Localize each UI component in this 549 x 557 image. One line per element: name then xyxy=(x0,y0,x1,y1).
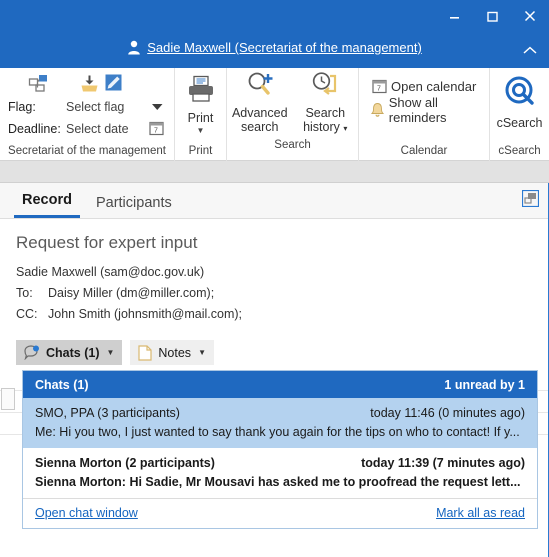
chevron-up-icon[interactable] xyxy=(523,42,537,60)
csearch-button-label: cSearch xyxy=(496,116,543,130)
record-cc-value: John Smith (johnsmith@mail.com); xyxy=(48,307,242,321)
flag-field-row: Flag: Select flag xyxy=(0,96,174,118)
deadline-field-row: Deadline: Select date 7 xyxy=(0,118,174,140)
ribbon-group-secretariat: Flag: Select flag Deadline: Select date … xyxy=(0,68,174,161)
record-to-value: Daisy Miller (dm@miller.com); xyxy=(48,286,215,300)
ribbon-group-label-calendar: Calendar xyxy=(400,145,448,157)
search-plus-icon xyxy=(244,71,276,104)
record-cc: CC: John Smith (johnsmith@mail.com); xyxy=(16,307,548,328)
ribbon-toolbar: Flag: Select flag Deadline: Select date … xyxy=(0,68,549,161)
advanced-search-button[interactable]: Advanced search xyxy=(227,71,293,136)
ribbon-group-calendar: 7 Open calendar Show all reminders Calen… xyxy=(358,68,489,161)
advanced-search-label-line2: search xyxy=(240,120,279,134)
record-tabs: Record Participants xyxy=(0,183,548,219)
calendar-icon: 7 xyxy=(367,78,391,94)
notes-button-label: Notes xyxy=(158,345,192,360)
chat-timestamp: today 11:46 (0 minutes ago) xyxy=(370,406,525,420)
chat-bubble-icon xyxy=(24,345,40,360)
current-user-row: Sadie Maxwell (Secretariat of the manage… xyxy=(0,40,549,55)
share-nodes-icon[interactable] xyxy=(28,74,50,98)
tab-record[interactable]: Record xyxy=(14,192,80,218)
chats-notes-toolbar: Chats (1) ▼ Notes ▼ xyxy=(16,340,548,365)
flag-fields: Flag: Select flag Deadline: Select date … xyxy=(0,96,174,140)
record-from-value: Sadie Maxwell (sam@doc.gov.uk) xyxy=(16,265,205,279)
record-cc-label: CC: xyxy=(16,307,38,321)
flag-group-icons xyxy=(0,72,174,96)
open-calendar-label: Open calendar xyxy=(391,78,477,94)
edit-document-icon[interactable] xyxy=(104,73,123,97)
ribbon-group-csearch: cSearch cSearch xyxy=(489,68,549,161)
tab-participants[interactable]: Participants xyxy=(88,195,180,218)
mark-all-as-read-link[interactable]: Mark all as read xyxy=(436,506,525,520)
maximize-button[interactable] xyxy=(473,0,511,32)
record-list-column-header xyxy=(1,388,15,410)
ribbon-group-label-secretariat: Secretariat of the management xyxy=(8,145,166,157)
download-icon[interactable] xyxy=(80,74,99,98)
ribbon-group-label-csearch: cSearch xyxy=(498,145,541,157)
minimize-button[interactable] xyxy=(435,0,473,32)
chats-button[interactable]: Chats (1) ▼ xyxy=(16,340,123,365)
search-history-label-line2: history ▾ xyxy=(303,120,348,134)
flag-label: Flag: xyxy=(8,100,36,114)
chat-timestamp: today 11:39 (7 minutes ago) xyxy=(361,456,525,470)
printer-icon xyxy=(186,75,216,109)
flag-value[interactable]: Select flag xyxy=(66,100,124,114)
record-to-label: To: xyxy=(16,286,33,300)
search-history-caret-icon[interactable]: ▾ xyxy=(343,124,347,133)
close-button[interactable] xyxy=(511,0,549,32)
chat-list-item[interactable]: SMO, PPA (3 participants) today 11:46 (0… xyxy=(23,398,537,448)
chats-popup-footer: Open chat window Mark all as read xyxy=(23,498,537,528)
calendar-picker-icon[interactable]: 7 xyxy=(149,120,164,139)
print-dropdown-caret-icon[interactable]: ▼ xyxy=(197,126,205,135)
chat-participants: Sienna Morton (2 participants) xyxy=(35,456,215,470)
chats-popup-header: Chats (1) 1 unread by 1 xyxy=(23,371,537,398)
search-history-label-line1: Search xyxy=(305,106,346,120)
chat-participants: SMO, PPA (3 participants) xyxy=(35,406,180,420)
open-chat-window-link[interactable]: Open chat window xyxy=(35,506,138,520)
chat-list-item[interactable]: Sienna Morton (2 participants) today 11:… xyxy=(23,448,537,498)
pane-separator xyxy=(0,161,549,183)
show-all-reminders-button[interactable]: Show all reminders xyxy=(367,95,489,125)
deadline-label: Deadline: xyxy=(8,122,61,136)
user-avatar-icon xyxy=(127,40,141,55)
print-button[interactable]: Print ▼ xyxy=(175,72,226,135)
record-from: Sadie Maxwell (sam@doc.gov.uk) xyxy=(16,265,548,286)
ribbon-group-label-print: Print xyxy=(188,145,213,157)
deadline-value[interactable]: Select date xyxy=(66,122,129,136)
chat-preview: Sienna Morton: Hi Sadie, Mr Mousavi has … xyxy=(35,475,521,489)
window-controls xyxy=(435,0,549,32)
advanced-search-label-line1: Advanced xyxy=(231,106,288,120)
chats-popup-unread-status: 1 unread by 1 xyxy=(444,377,525,392)
ribbon-group-print: Print ▼ Print xyxy=(174,68,226,161)
note-page-icon xyxy=(138,344,153,361)
ribbon-group-search: Advanced search Search history ▾ Search xyxy=(226,68,358,161)
ribbon-group-label-search: Search xyxy=(274,139,311,151)
svg-text:7: 7 xyxy=(154,127,158,134)
record-subject: Request for expert input xyxy=(16,233,198,252)
notes-dropdown-caret-icon[interactable]: ▼ xyxy=(198,348,206,357)
record-to: To: Daisy Miller (dm@miller.com); xyxy=(16,286,548,307)
record-header: Request for expert input Sadie Maxwell (… xyxy=(0,219,548,365)
csearch-button[interactable]: cSearch xyxy=(490,72,549,130)
search-history-button[interactable]: Search history ▾ xyxy=(293,71,359,136)
search-history-clock-icon xyxy=(309,71,341,104)
show-all-reminders-label: Show all reminders xyxy=(388,95,447,125)
chats-popup-title: Chats (1) xyxy=(35,377,89,392)
chats-dropdown-caret-icon[interactable]: ▼ xyxy=(106,348,114,357)
svg-text:7: 7 xyxy=(377,86,381,93)
chat-preview: Me: Hi you two, I just wanted to say tha… xyxy=(35,425,520,439)
notes-button[interactable]: Notes ▼ xyxy=(130,340,214,365)
popout-window-icon[interactable] xyxy=(521,189,540,212)
bell-icon xyxy=(367,102,389,118)
chats-dropdown-popup: Chats (1) 1 unread by 1 SMO, PPA (3 part… xyxy=(22,370,538,529)
chats-button-label: Chats (1) xyxy=(46,345,100,360)
csearch-icon xyxy=(502,75,538,114)
flag-dropdown-icon[interactable] xyxy=(151,100,164,114)
current-user-link[interactable]: Sadie Maxwell (Secretariat of the manage… xyxy=(147,40,422,55)
title-bar: Sadie Maxwell (Secretariat of the manage… xyxy=(0,0,549,68)
print-button-label: Print xyxy=(187,111,214,125)
